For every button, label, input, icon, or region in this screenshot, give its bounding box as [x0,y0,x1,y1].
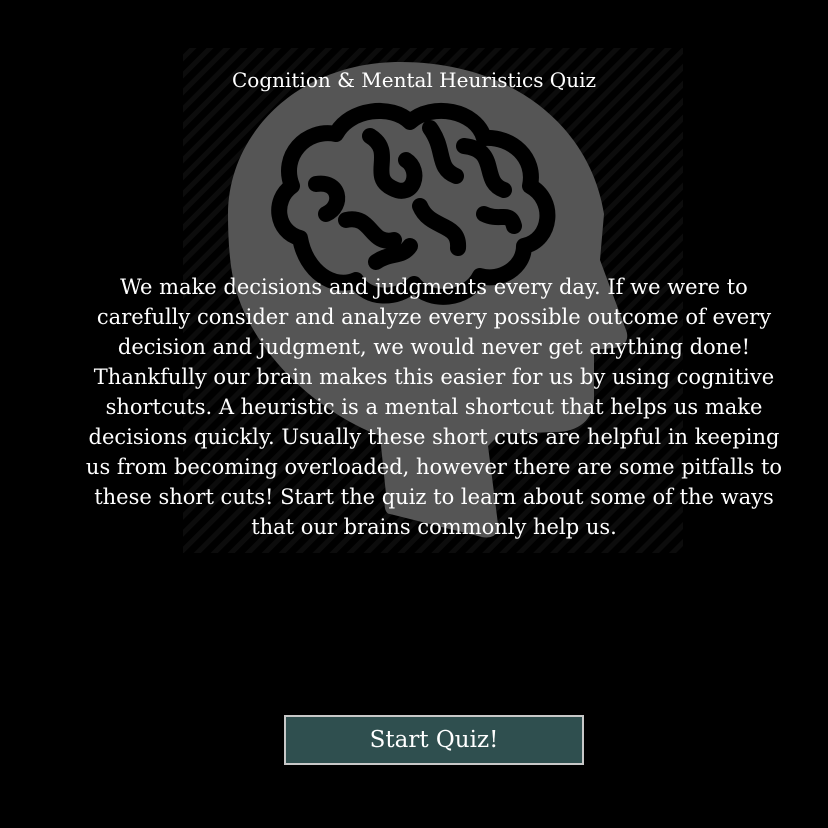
quiz-start-screen: Cognition & Mental Heuristics Quiz We ma… [0,0,828,828]
start-quiz-button[interactable]: Start Quiz! [284,715,584,765]
intro-paragraph: We make decisions and judgments every da… [85,275,783,539]
page-title: Cognition & Mental Heuristics Quiz [231,68,597,92]
